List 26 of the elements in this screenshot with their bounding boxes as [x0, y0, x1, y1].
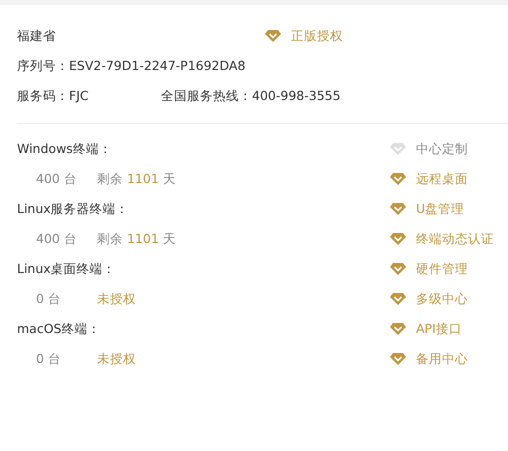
feature-label: 终端动态认证	[416, 230, 494, 248]
unlicensed-status: 未授权	[97, 350, 136, 368]
feature-label: API接口	[416, 320, 462, 338]
feature-label: 备用中心	[416, 350, 468, 368]
service-code: 服务码：FJC	[17, 88, 90, 104]
diamond-icon	[265, 30, 281, 42]
feature-label: 中心定制	[416, 140, 468, 158]
terminal-count: 0 台	[36, 350, 62, 368]
feature-label: U盘管理	[416, 200, 464, 218]
license-label: 正版授权	[291, 28, 343, 44]
terminal-count: 0 台	[36, 290, 62, 308]
feature-label: 硬件管理	[416, 260, 468, 278]
service-hotline: 全国服务热线：400-998-3555	[161, 88, 341, 104]
province-name: 福建省	[17, 28, 57, 44]
terminal-type: macOS终端：	[17, 320, 100, 338]
terminal-count: 400 台	[36, 230, 78, 248]
feature-label: 多级中心	[416, 290, 468, 308]
terminal-type: Linux桌面终端：	[17, 260, 116, 278]
serial-number: 序列号：ESV2-79D1-2247-P1692DA8	[17, 58, 246, 74]
remaining-days: 剩余 1101 天	[97, 170, 176, 188]
terminal-type: Windows终端：	[17, 140, 112, 158]
unlicensed-status: 未授权	[97, 290, 136, 308]
remaining-days: 剩余 1101 天	[97, 230, 176, 248]
terminal-count: 400 台	[36, 170, 78, 188]
feature-label: 远程桌面	[416, 170, 468, 188]
terminal-type: Linux服务器终端：	[17, 200, 129, 218]
